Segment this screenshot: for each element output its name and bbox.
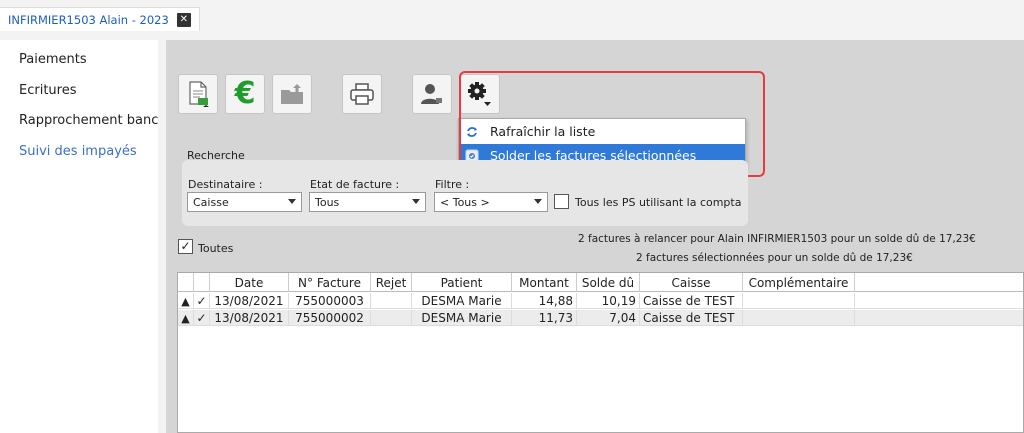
row-check-icon[interactable]: ✓ [194, 293, 210, 309]
etat-label: Etat de facture : [310, 178, 400, 191]
close-icon[interactable]: ✕ [176, 12, 191, 27]
cell-patient: DESMA Marie [412, 310, 512, 326]
invoice-table: Date N° Facture Rejet Patient Montant So… [177, 272, 1024, 433]
settings-menu-button[interactable] [460, 74, 500, 114]
col-header-caisse[interactable]: Caisse [640, 273, 743, 292]
cell-solde: 7,04 [577, 310, 640, 326]
col-header-check[interactable] [194, 273, 210, 292]
cell-caisse: Caisse de TEST [640, 293, 743, 309]
summary-line-1: 2 factures à relancer pour Alain INFIRMI… [578, 233, 976, 245]
chevron-down-icon [534, 199, 542, 204]
tab-bar: INFIRMIER1503 Alain - 2023 ✕ [0, 0, 1024, 33]
document-tab[interactable]: INFIRMIER1503 Alain - 2023 ✕ [0, 7, 200, 31]
cell-solde: 10,19 [577, 293, 640, 309]
user-button[interactable] [412, 74, 452, 114]
table-row[interactable]: ▲ ✓ 13/08/2021 755000002 DESMA Marie 11,… [178, 310, 1023, 326]
table-row[interactable]: ▲ ✓ 13/08/2021 755000003 DESMA Marie 14,… [178, 293, 1023, 309]
sidebar-item-ecritures[interactable]: Ecritures [19, 83, 76, 98]
sidebar-item-paiements[interactable]: Paiements [19, 52, 87, 67]
col-header-date[interactable]: Date [210, 273, 289, 292]
summary-line-2: 2 factures sélectionnées pour un solde d… [636, 252, 913, 264]
cell-facture: 755000002 [289, 310, 371, 326]
cell-complementaire [743, 310, 855, 326]
col-header-montant[interactable]: Montant [512, 273, 577, 292]
toutes-label: Toutes [198, 242, 234, 255]
cell-rejet [371, 310, 412, 326]
table-header: Date N° Facture Rejet Patient Montant So… [178, 273, 1023, 292]
folder-export-icon [281, 84, 303, 104]
col-header-facture[interactable]: N° Facture [289, 273, 371, 292]
tous-ps-label: Tous les PS utilisant la compta [575, 196, 742, 209]
warning-icon: ▲ [178, 310, 194, 326]
cell-rejet [371, 293, 412, 309]
col-header-patient[interactable]: Patient [412, 273, 512, 292]
user-icon [421, 84, 442, 104]
refresh-icon [465, 125, 479, 139]
tab-title: INFIRMIER1503 Alain - 2023 [8, 12, 169, 27]
cell-facture: 755000003 [289, 293, 371, 309]
cell-date: 13/08/2021 [210, 293, 289, 309]
col-header-warning[interactable] [178, 273, 194, 292]
menu-item-refresh[interactable]: Rafraîchir la liste [459, 120, 745, 143]
cell-date: 13/08/2021 [210, 310, 289, 326]
print-icon [350, 83, 374, 105]
toutes-checkbox[interactable]: ✓ [178, 239, 193, 254]
search-panel: Destinataire : Caisse Etat de facture : … [182, 160, 748, 226]
cell-montant: 11,73 [512, 310, 577, 326]
row-check-icon[interactable]: ✓ [194, 310, 210, 326]
filtre-value: < Tous > [440, 195, 490, 209]
sidebar: Paiements Ecritures Rapprochement bancai… [0, 40, 158, 433]
tous-ps-checkbox[interactable] [554, 194, 569, 209]
print-button[interactable] [342, 74, 382, 114]
warning-icon: ▲ [178, 293, 194, 309]
export-folder-button[interactable] [272, 74, 312, 114]
destinataire-select[interactable]: Caisse [187, 192, 302, 212]
cell-montant: 14,88 [512, 293, 577, 309]
settings-gear-icon [468, 82, 491, 106]
sidebar-item-rapprochement[interactable]: Rapprochement bancaire [19, 113, 158, 128]
document-mail-icon [189, 81, 209, 107]
col-header-complementaire[interactable]: Complémentaire [743, 273, 855, 292]
chevron-down-icon [412, 199, 420, 204]
euro-icon: € [234, 76, 256, 111]
cell-complementaire [743, 293, 855, 309]
main-panel: € Rafraîchir la liste Solder les facture… [166, 40, 1024, 433]
destinataire-value: Caisse [193, 195, 229, 209]
etat-value: Tous [315, 195, 340, 209]
col-header-rejet[interactable]: Rejet [371, 273, 412, 292]
col-header-solde[interactable]: Solde dû [577, 273, 640, 292]
document-mail-button[interactable] [178, 74, 218, 114]
cell-patient: DESMA Marie [412, 293, 512, 309]
destinataire-label: Destinataire : [188, 178, 263, 191]
etat-select[interactable]: Tous [309, 192, 426, 212]
chevron-down-icon [288, 199, 296, 204]
sidebar-item-suivi-impayes[interactable]: Suivi des impayés [19, 144, 137, 159]
menu-item-label: Rafraîchir la liste [490, 124, 596, 139]
cell-caisse: Caisse de TEST [640, 310, 743, 326]
filtre-select[interactable]: < Tous > [434, 192, 548, 212]
filtre-label: Filtre : [435, 178, 470, 191]
payment-button[interactable]: € [225, 74, 265, 114]
